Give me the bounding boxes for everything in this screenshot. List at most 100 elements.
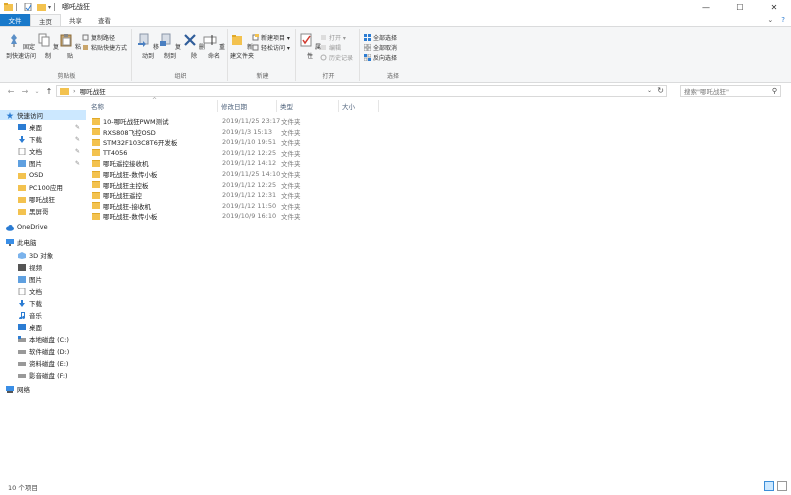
file-name-cell[interactable]: 哪吒战狂-数传小板 [92,169,157,179]
nav-pc-item[interactable]: 软件磁盘 (D:) [0,346,86,356]
nav-pc-item[interactable]: 资料磁盘 (E:) [0,358,86,368]
nav-pc-item[interactable]: 桌面 [0,322,86,332]
file-row[interactable]: TT4056 2019/1/12 12:25 文件夹 [88,148,388,158]
tab-file[interactable]: 文件 [0,14,30,26]
properties-button[interactable]: 属性 [298,33,322,60]
title-bar: ▾ 哪吒战狂 — ☐ ✕ [0,0,791,14]
up-button[interactable]: ↑ [44,86,54,96]
column-header-date[interactable]: 修改日期 [218,100,277,112]
file-row[interactable]: 哪吒战狂主控板 2019/1/12 12:25 文件夹 [88,180,388,190]
help-button[interactable]: ? [781,16,785,24]
new-folder-button[interactable]: 新建文件夹 [230,33,254,60]
file-row[interactable]: 哪吒战狂-数传小板 2019/11/25 14:10 文件夹 [88,169,388,179]
column-header-name[interactable]: 名称 [88,100,218,112]
pin-icon[interactable]: ✎ [75,148,80,155]
rename-button[interactable]: 重命名 [202,33,226,60]
large-icons-view-button[interactable] [777,481,787,491]
tab-view[interactable]: 查看 [90,14,119,26]
pin-icon[interactable]: ✎ [75,160,80,167]
select-all-button[interactable]: 全部选择 [364,33,397,42]
file-name-cell[interactable]: 10-哪吒战狂PWM测试 [92,116,169,126]
file-name-cell[interactable]: 哪吒遥控接收机 [92,158,149,168]
pin-icon[interactable]: ✎ [75,124,80,131]
nav-item[interactable]: 哪吒战狂 [0,194,86,204]
nav-quick-access[interactable]: 快速访问 [0,110,86,120]
copy-to-button[interactable]: 复制到 [158,33,182,60]
properties-quick-icon[interactable] [24,3,33,11]
maximize-button[interactable]: ☐ [723,0,757,14]
column-header-type[interactable]: 类型 [277,100,339,112]
file-row[interactable]: RXS808飞控OSD 2019/1/3 15:13 文件夹 [88,127,388,137]
nav-this-pc[interactable]: 此电脑 [0,237,86,247]
pin-icon[interactable]: ✎ [75,136,80,143]
file-name-cell[interactable]: TT4056 [92,149,127,157]
nav-item-label: 黑屏哥 [29,208,49,216]
quick-access-dropdown[interactable]: ▾ [48,4,51,11]
nav-item[interactable]: PC100应用 [0,182,86,192]
nav-item[interactable]: 桌面 ✎ [0,122,86,132]
file-name-cell[interactable]: 哪吒战狂遥控 [92,190,142,200]
recent-locations-button[interactable]: ⌄ [32,86,42,96]
nav-pc-item[interactable]: 文档 [0,286,86,296]
folder-icon [92,159,100,167]
breadcrumb-current[interactable]: 哪吒战狂 [80,86,106,96]
invert-selection-button[interactable]: 反向选择 [364,53,397,62]
minimize-button[interactable]: — [689,0,723,14]
tab-home[interactable]: 主页 [30,14,61,26]
nav-pc-item[interactable]: 3D 对象 [0,250,86,260]
nav-item[interactable]: OSD [0,170,86,180]
paste-shortcut-button[interactable]: 粘贴快捷方式 [82,43,127,52]
nav-item[interactable]: 图片 ✎ [0,158,86,168]
new-folder-quick-icon[interactable] [37,3,46,11]
edit-button[interactable]: 编辑 [320,43,341,52]
file-row[interactable]: 哪吒战狂-数传小板 2019/10/9 16:10 文件夹 [88,211,388,221]
paste-button[interactable]: 粘贴 [58,33,82,60]
open-button[interactable]: 打开 ▾ [320,33,346,42]
file-name-cell[interactable]: STM32F103C8T6开发板 [92,137,177,147]
3d-objects-icon [18,251,26,259]
nav-pc-item[interactable]: 视频 [0,262,86,272]
easy-access-button[interactable]: 轻松访问 ▾ [252,43,290,52]
history-button[interactable]: 历史记录 [320,53,353,62]
ribbon: 固定到快速访问 复制 粘贴 复制路径 粘贴快捷方式 剪贴板 移动到 复制到 删除… [0,26,791,83]
clipboard-group: 固定到快速访问 复制 粘贴 复制路径 粘贴快捷方式 剪贴板 [2,29,132,81]
search-input[interactable]: 搜索"哪吒战狂" ⚲ [680,85,781,97]
file-row[interactable]: STM32F103C8T6开发板 2019/1/10 19:51 文件夹 [88,137,388,147]
select-none-button[interactable]: 全部取消 [364,43,397,52]
copy-button[interactable]: 复制 [36,33,60,60]
column-header-size[interactable]: 大小 [339,100,379,112]
refresh-icon[interactable]: ↻ [657,86,664,95]
file-row[interactable]: 哪吒战狂遥控 2019/1/12 12:31 文件夹 [88,190,388,200]
nav-pc-item[interactable]: 音乐 [0,310,86,320]
new-item-icon [252,34,259,41]
file-row[interactable]: 哪吒遥控接收机 2019/1/12 14:12 文件夹 [88,158,388,168]
pin-quick-access-button[interactable]: 固定到快速访问 [6,33,36,60]
file-name-cell[interactable]: 哪吒战狂-接收机 [92,201,151,211]
details-view-button[interactable] [764,481,774,491]
back-button[interactable]: ← [6,86,16,96]
file-name-cell[interactable]: 哪吒战狂-数传小板 [92,211,157,221]
file-row[interactable]: 10-哪吒战狂PWM测试 2019/11/25 23:17 文件夹 [88,116,388,126]
new-item-button[interactable]: 新建项目 ▾ [252,33,290,42]
nav-item[interactable]: 文档 ✎ [0,146,86,156]
nav-pc-item[interactable]: 图片 [0,274,86,284]
forward-button[interactable]: → [20,86,30,96]
nav-network[interactable]: 网络 [0,384,86,394]
copy-path-button[interactable]: 复制路径 [82,33,115,42]
address-bar[interactable]: › 哪吒战狂 ⌄ ↻ [56,85,667,97]
file-name-cell[interactable]: 哪吒战狂主控板 [92,180,149,190]
move-to-button[interactable]: 移动到 [136,33,160,60]
nav-item[interactable]: 黑屏哥 [0,206,86,216]
tab-share[interactable]: 共享 [61,14,90,26]
address-dropdown[interactable]: ⌄ [647,87,652,94]
nav-pc-item[interactable]: 影音磁盘 (F:) [0,370,86,380]
nav-item[interactable]: 下载 ✎ [0,134,86,144]
nav-pc-item[interactable]: 本地磁盘 (C:) [0,334,86,344]
nav-onedrive[interactable]: OneDrive [0,222,86,232]
close-button[interactable]: ✕ [757,0,791,14]
file-name-cell[interactable]: RXS808飞控OSD [92,127,156,137]
nav-pc-item[interactable]: 下载 [0,298,86,308]
search-icon[interactable]: ⚲ [772,87,777,95]
file-row[interactable]: 哪吒战狂-接收机 2019/1/12 11:50 文件夹 [88,201,388,211]
collapse-ribbon-button[interactable]: ⌄ [767,16,773,24]
